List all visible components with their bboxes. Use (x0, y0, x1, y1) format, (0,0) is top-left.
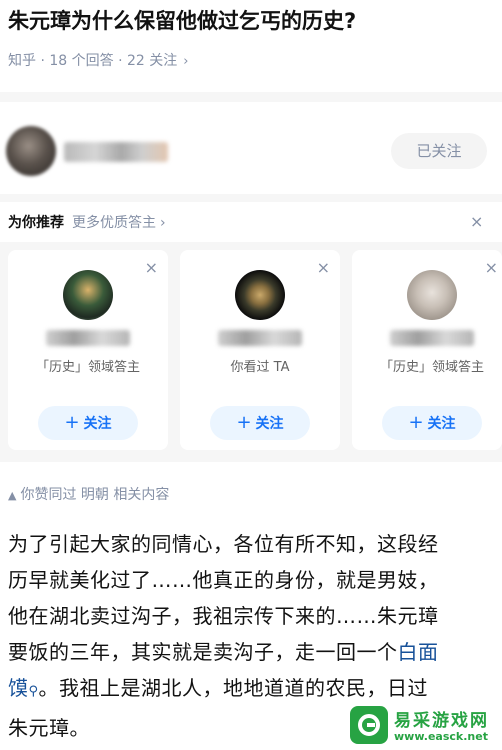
section-divider (0, 194, 502, 202)
author-row: 已关注 (0, 116, 502, 186)
follow-button[interactable]: + 关注 (210, 406, 310, 440)
card-description: 「历史」领域答主 (35, 360, 140, 375)
avatar[interactable] (407, 270, 457, 320)
related-hint-text: 你赞同过 明朝 相关内容 (20, 487, 170, 503)
recommend-header: 为你推荐 更多优质答主 › (8, 212, 498, 236)
chevron-right-icon: › (160, 215, 166, 231)
question-meta-text: 知乎 · 18 个回答 · 22 关注 (8, 53, 178, 69)
name-redacted (46, 330, 130, 346)
card-description: 「历史」领域答主 (379, 360, 484, 375)
answer-line: 历早就美化过了……他真正的身份，就是男妓， (8, 568, 439, 592)
answer-line: 他在湖北卖过沟子，我祖宗传下来的……朱元璋 (8, 604, 439, 628)
author-name-redacted (64, 142, 168, 162)
follow-button[interactable]: + 关注 (38, 406, 138, 440)
close-icon[interactable]: × (470, 212, 483, 231)
plus-icon: + (408, 412, 424, 433)
recommend-title: 为你推荐 (8, 215, 64, 231)
card-description: 你看过 TA (230, 360, 290, 375)
close-icon[interactable]: × (317, 258, 330, 277)
followed-button[interactable]: 已关注 (391, 133, 487, 169)
more-answerers-link[interactable]: 更多优质答主 (72, 215, 156, 231)
name-redacted (218, 330, 302, 346)
watermark-url: www.easck.net (394, 730, 488, 743)
avatar[interactable] (63, 270, 113, 320)
recommend-card[interactable]: × 「历史」领域答主 + 关注 (8, 250, 168, 450)
chevron-right-icon: › (183, 54, 189, 69)
answer-line-text: 要饭的三年，其实就是卖沟子，走一回一个 (8, 640, 398, 664)
follow-label: 关注 (83, 416, 112, 432)
watermark: 易采游戏网 www.easck.net (346, 702, 502, 750)
recommend-cards: × 「历史」领域答主 + 关注 × 你看过 TA + 关注 × 「历史」领域答主 +… (0, 242, 502, 462)
answer-line-text: 。我祖上是湖北人，地地道道的农民，日过 (38, 676, 429, 700)
watermark-name: 易采游戏网 (394, 711, 489, 731)
avatar[interactable] (235, 270, 285, 320)
upvote-icon: ▲ (8, 489, 17, 502)
answer-line: 要饭的三年，其实就是卖沟子，走一回一个白面 (8, 634, 496, 670)
recommend-card[interactable]: × 你看过 TA + 关注 (180, 250, 340, 450)
section-divider (0, 92, 502, 102)
close-icon[interactable]: × (485, 258, 498, 277)
search-link[interactable]: 白面 (398, 640, 439, 664)
name-redacted (390, 330, 474, 346)
follow-label: 关注 (427, 416, 456, 432)
plus-icon: + (236, 412, 252, 433)
related-hint[interactable]: ▲ 你赞同过 明朝 相关内容 (8, 484, 169, 504)
follow-button[interactable]: + 关注 (382, 406, 482, 440)
site-logo-icon (350, 706, 388, 744)
question-title: 朱元璋为什么保留他做过乞丐的历史? (8, 9, 357, 33)
follow-label: 关注 (255, 416, 284, 432)
answer-line: 为了引起大家的同情心，各位有所不知，这段经 (8, 532, 439, 556)
search-icon[interactable]: ⚲ (29, 684, 39, 699)
close-icon[interactable]: × (145, 258, 158, 277)
plus-icon: + (64, 412, 80, 433)
question-meta[interactable]: 知乎 · 18 个回答 · 22 关注 › (8, 50, 188, 70)
search-link[interactable]: 馍 (8, 676, 29, 700)
author-avatar[interactable] (6, 126, 56, 176)
recommend-card[interactable]: × 「历史」领域答主 + 关注 (352, 250, 502, 450)
